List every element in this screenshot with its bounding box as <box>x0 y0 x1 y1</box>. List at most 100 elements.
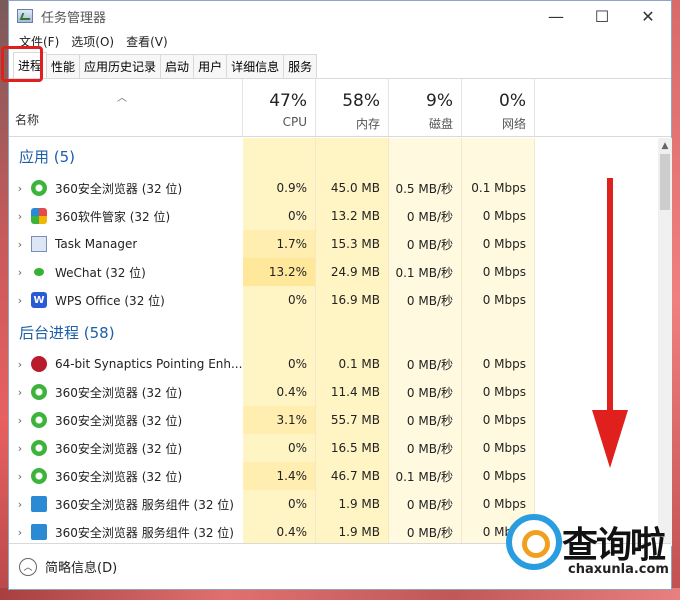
tab-services[interactable]: 服务 <box>283 54 318 78</box>
tab-bar: 进程 性能 应用历史记录 启动 用户 详细信息 服务 <box>9 51 671 79</box>
header-memory-pct: 58% <box>342 91 380 111</box>
expand-chevron-icon[interactable]: › <box>9 238 31 251</box>
process-mem-value: 16.9 MB <box>316 286 389 314</box>
group-header[interactable]: 后台进程 (58) <box>9 314 659 350</box>
tab-app-history[interactable]: 应用历史记录 <box>79 54 162 78</box>
process-name: WPS Office (32 位) <box>55 293 165 308</box>
expand-chevron-icon[interactable]: › <box>9 526 31 539</box>
expand-chevron-icon[interactable]: › <box>9 182 31 195</box>
process-row[interactable]: › 360安全浏览器 (32 位) 0% 16.5 MB 0 MB/秒 0 Mbps <box>9 434 659 462</box>
header-network[interactable]: 0% 网络 <box>462 79 535 136</box>
process-name: 360安全浏览器 服务组件 (32 位) <box>55 497 234 512</box>
process-mem-value: 13.2 MB <box>316 202 389 230</box>
process-disk-value: 0.1 MB/秒 <box>389 462 462 490</box>
360-software-icon <box>31 208 47 224</box>
expand-chevron-icon[interactable]: › <box>9 498 31 511</box>
process-row[interactable]: › W WPS Office (32 位) 0% 16.9 MB 0 MB/秒 0 Mbps <box>9 286 659 314</box>
menu-options[interactable]: 选项(O) <box>65 33 120 50</box>
process-name-cell: › 360安全浏览器 (32 位) <box>9 462 243 490</box>
menu-bar: 文件(F) 选项(O) 查看(V) <box>9 31 671 51</box>
process-net-value: 0 Mbps <box>462 462 535 490</box>
process-name-cell: › 360安全浏览器 (32 位) <box>9 406 243 434</box>
header-memory[interactable]: 58% 内存 <box>316 79 389 136</box>
process-net-value: 0 Mbps <box>462 378 535 406</box>
process-row[interactable]: › 64-bit Synaptics Pointing Enh... 0% 0.1 M… <box>9 350 659 378</box>
process-net-value: 0 Mbps <box>462 350 535 378</box>
process-cpu-value: 13.2% <box>243 258 316 286</box>
process-row[interactable]: › 360安全浏览器 (32 位) 1.4% 46.7 MB 0.1 MB/秒 0 Mbp… <box>9 462 659 490</box>
360-browser-icon <box>31 412 47 428</box>
process-mem-value: 24.9 MB <box>316 258 389 286</box>
header-disk[interactable]: 9% 磁盘 <box>389 79 462 136</box>
process-mem-value: 11.4 MB <box>316 378 389 406</box>
title-bar[interactable]: 任务管理器 — ☐ ✕ <box>9 1 671 31</box>
wps-icon: W <box>31 292 47 308</box>
expand-chevron-icon[interactable]: › <box>9 414 31 427</box>
group-header[interactable]: 应用 (5) <box>9 138 659 174</box>
process-mem-value: 16.5 MB <box>316 434 389 462</box>
process-name: 360安全浏览器 (32 位) <box>55 385 183 400</box>
watermark-title: 查询啦 <box>562 524 666 566</box>
tab-startup[interactable]: 启动 <box>160 54 195 78</box>
header-network-label: 网络 <box>501 117 526 131</box>
processes-tab-highlight-box <box>1 46 43 82</box>
vertical-scrollbar[interactable]: ▲ <box>658 138 672 546</box>
process-cpu-value: 0.9% <box>243 174 316 202</box>
process-name: 360安全浏览器 (32 位) <box>55 469 183 484</box>
header-cpu-label: CPU <box>282 115 307 129</box>
fewer-details-button[interactable]: 简略信息(D) <box>45 557 117 576</box>
expand-chevron-icon[interactable]: › <box>9 266 31 279</box>
process-name-cell: › 360安全浏览器 (32 位) <box>9 378 243 406</box>
task-manager-app-icon <box>17 9 33 23</box>
process-name: Task Manager <box>55 237 138 251</box>
scroll-up-icon[interactable]: ▲ <box>658 138 672 154</box>
fewer-details-icon[interactable]: ︿ <box>19 557 37 576</box>
process-name: 64-bit Synaptics Pointing Enh... <box>54 357 242 371</box>
process-name-cell: › W WPS Office (32 位) <box>9 286 243 314</box>
expand-chevron-icon[interactable]: › <box>9 358 31 371</box>
process-row[interactable]: › 360安全浏览器 (32 位) 0.9% 45.0 MB 0.5 MB/秒 0.1 M… <box>9 174 659 202</box>
group-title: 应用 (5) <box>19 147 76 166</box>
window-title: 任务管理器 <box>41 10 107 26</box>
maximize-button[interactable]: ☐ <box>579 1 625 31</box>
expand-chevron-icon[interactable]: › <box>9 294 31 307</box>
expand-chevron-icon[interactable]: › <box>9 386 31 399</box>
tab-users[interactable]: 用户 <box>193 54 228 78</box>
process-name: 360安全浏览器 (32 位) <box>55 181 183 196</box>
process-mem-value: 1.9 MB <box>316 518 389 546</box>
expand-chevron-icon[interactable]: › <box>9 210 31 223</box>
process-disk-value: 0 MB/秒 <box>389 406 462 434</box>
process-name-cell: › 360安全浏览器 (32 位) <box>9 174 243 202</box>
window-controls: — ☐ ✕ <box>533 1 671 31</box>
process-row[interactable]: › WeChat (32 位) 13.2% 24.9 MB 0.1 MB/秒 0 Mbps <box>9 258 659 286</box>
desktop-background-left <box>0 0 8 600</box>
header-cpu-pct: 47% <box>269 91 307 111</box>
tab-performance[interactable]: 性能 <box>46 54 81 78</box>
close-button[interactable]: ✕ <box>625 1 671 31</box>
process-disk-value: 0 MB/秒 <box>389 518 462 546</box>
process-cpu-value: 3.1% <box>243 406 316 434</box>
process-mem-value: 1.9 MB <box>316 490 389 518</box>
process-row[interactable]: › 360安全浏览器 (32 位) 3.1% 55.7 MB 0 MB/秒 0 Mbps <box>9 406 659 434</box>
process-cpu-value: 0.4% <box>243 518 316 546</box>
360-browser-icon <box>31 180 47 196</box>
header-memory-label: 内存 <box>355 117 380 131</box>
sort-caret-icon: ︿ <box>117 93 127 104</box>
header-cpu[interactable]: 47% CPU <box>243 79 316 136</box>
360-service-icon <box>31 496 47 512</box>
process-table: 应用 (5) › 360安全浏览器 (32 位) 0.9% 45.0 MB 0.5 MB/… <box>9 138 659 546</box>
process-row[interactable]: › 360软件管家 (32 位) 0% 13.2 MB 0 MB/秒 0 Mbps <box>9 202 659 230</box>
process-row[interactable]: › Task Manager 1.7% 15.3 MB 0 MB/秒 0 Mbps <box>9 230 659 258</box>
menu-view[interactable]: 查看(V) <box>120 33 174 50</box>
process-disk-value: 0 MB/秒 <box>389 230 462 258</box>
header-disk-pct: 9% <box>426 91 453 111</box>
minimize-button[interactable]: — <box>533 1 579 31</box>
tab-details[interactable]: 详细信息 <box>226 54 285 78</box>
expand-chevron-icon[interactable]: › <box>9 470 31 483</box>
process-row[interactable]: › 360安全浏览器 (32 位) 0.4% 11.4 MB 0 MB/秒 0 Mbps <box>9 378 659 406</box>
scroll-thumb[interactable] <box>660 154 670 210</box>
header-name[interactable]: ︿ 名称 <box>9 79 243 136</box>
process-name: 360安全浏览器 (32 位) <box>55 441 183 456</box>
expand-chevron-icon[interactable]: › <box>9 442 31 455</box>
process-disk-value: 0 MB/秒 <box>389 286 462 314</box>
